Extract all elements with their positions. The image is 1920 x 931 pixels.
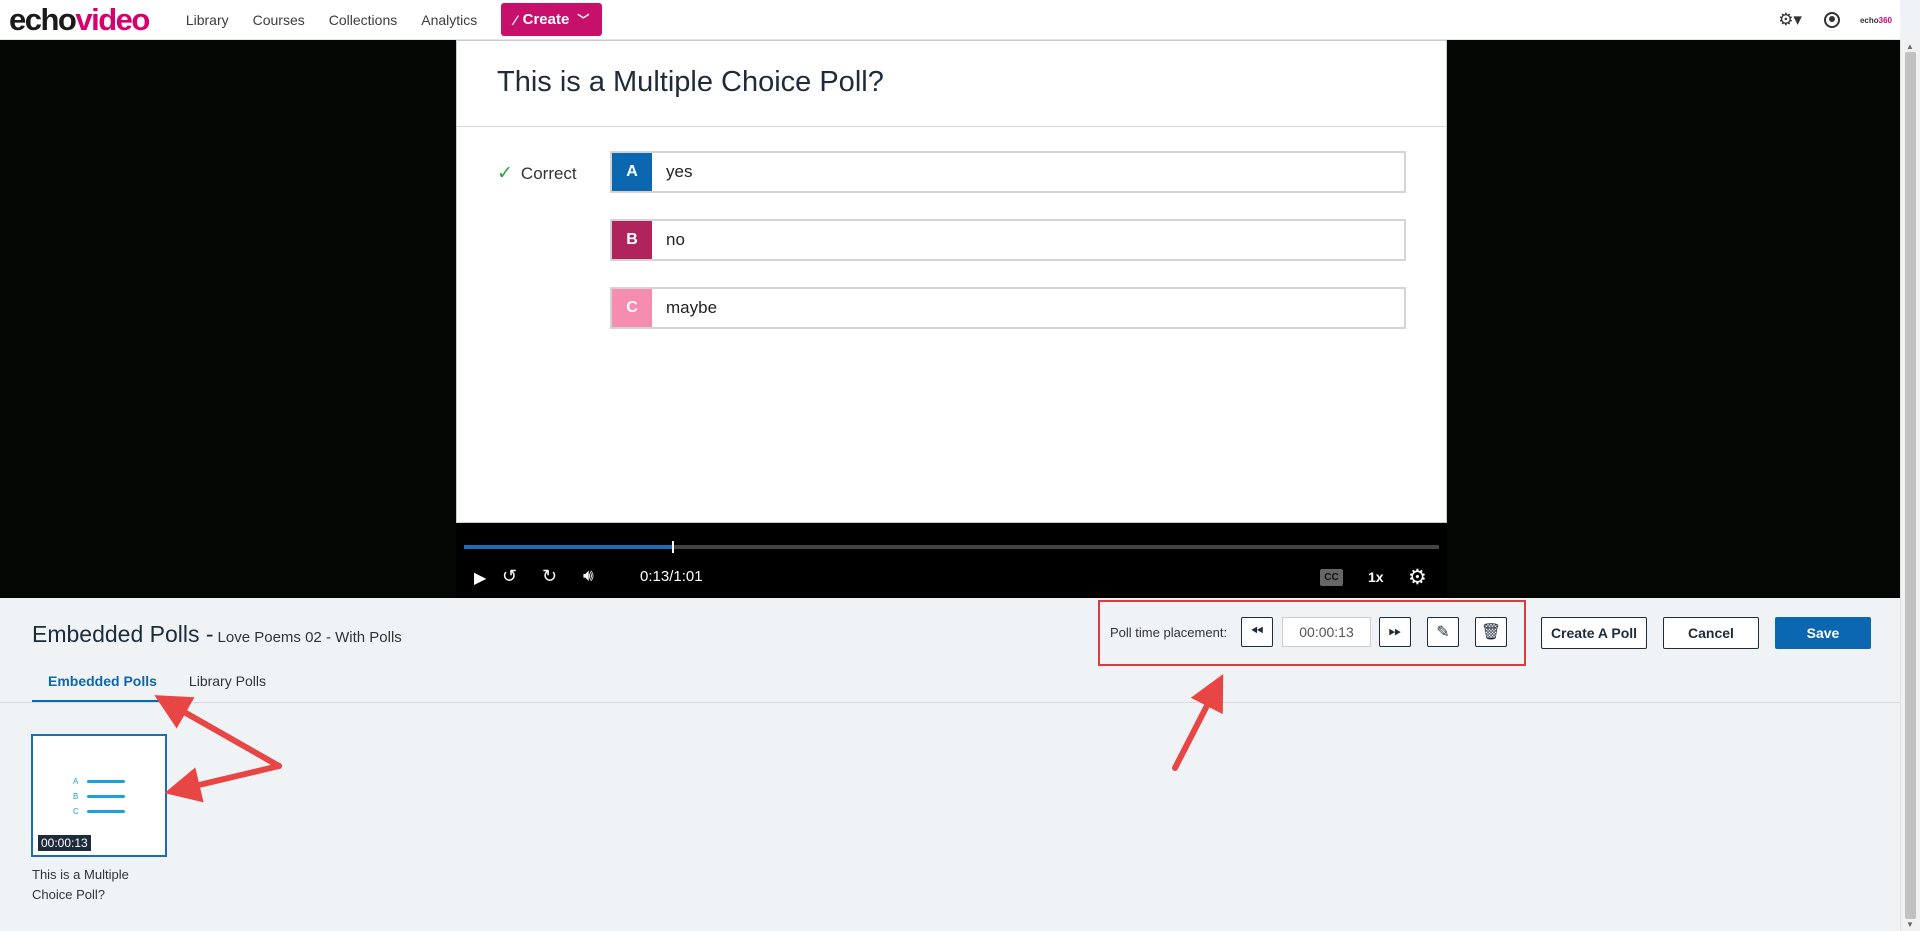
play-icon[interactable]: ▶: [474, 568, 486, 588]
answer-text: yes: [666, 162, 693, 181]
page-scrollbar[interactable]: ▲ ▼: [1900, 40, 1920, 931]
nav-link-collections[interactable]: Collections: [329, 12, 397, 28]
player-settings-gear-icon[interactable]: ⚙: [1408, 565, 1427, 590]
edit-poll-button[interactable]: ✎: [1427, 617, 1459, 647]
poll-card[interactable]: A B C 00:00:13: [31, 734, 167, 857]
magic-wand-icon: ⁄: [514, 11, 517, 28]
nav-links: Library Courses Collections Analytics: [186, 12, 501, 28]
chevron-down-icon: ﹀: [577, 13, 590, 27]
progress-fill: [464, 545, 672, 549]
move-forward-button[interactable]: ⏩︎: [1379, 617, 1411, 647]
user-account-icon[interactable]: [1823, 12, 1840, 28]
poll-card-caption: This is a Multiple Choice Poll?: [32, 867, 129, 902]
poll-list-icon: A B C: [73, 774, 125, 819]
video-player-area: This is a Multiple Choice Poll? ✓ Correc…: [0, 40, 1900, 598]
answer-option-a[interactable]: A yes: [610, 151, 1406, 193]
nav-link-analytics[interactable]: Analytics: [421, 12, 477, 28]
answer-letter: A: [612, 153, 652, 191]
poll-time-input[interactable]: [1282, 617, 1371, 647]
playback-speed-button[interactable]: 1x: [1368, 569, 1384, 585]
poll-question: This is a Multiple Choice Poll?: [457, 41, 1446, 127]
logo-echo: echo: [9, 2, 77, 37]
checkmark-icon: ✓: [497, 163, 513, 184]
nav-link-courses[interactable]: Courses: [253, 12, 305, 28]
trash-icon: 🗑︎: [1480, 624, 1502, 641]
fast-forward-icon[interactable]: ↻: [542, 566, 557, 587]
progress-bar[interactable]: [464, 541, 1439, 553]
answer-text: no: [666, 230, 685, 249]
tab-library-polls[interactable]: Library Polls: [173, 666, 282, 703]
mini-logo-a: echo: [1859, 15, 1879, 25]
arrow-to-tab: [154, 695, 282, 769]
correct-label: Correct: [520, 163, 577, 183]
echo360-logo: echo360: [1860, 16, 1892, 25]
delete-poll-button[interactable]: 🗑︎: [1475, 617, 1507, 647]
double-chevron-right-icon: ⏩︎: [1388, 623, 1402, 640]
card-letter: A: [73, 777, 79, 786]
tabs-divider: [0, 702, 1900, 703]
page-title-text: Embedded Polls -: [32, 621, 214, 647]
correct-indicator: ✓ Correct: [497, 162, 577, 185]
page: echovideo Library Courses Collections An…: [0, 0, 1920, 931]
playback-time: 0:13/1:01: [640, 568, 703, 585]
scroll-down-icon[interactable]: ▼: [1906, 920, 1914, 929]
poll-overlay: This is a Multiple Choice Poll? ✓ Correc…: [456, 40, 1447, 523]
scroll-up-icon[interactable]: ▲: [1906, 42, 1914, 51]
media-title: Love Poems 02 - With Polls: [217, 629, 402, 646]
pencil-icon: ✎: [1436, 624, 1450, 641]
closed-captions-button[interactable]: CC: [1320, 569, 1343, 586]
top-nav: echovideo Library Courses Collections An…: [0, 0, 1900, 40]
create-button[interactable]: ⁄ Create ﹀: [501, 3, 603, 36]
arrow-to-card: [164, 763, 282, 803]
double-chevron-left-icon: ⏪︎: [1250, 623, 1264, 640]
mini-logo-b: 360: [1878, 15, 1892, 25]
poll-marker[interactable]: [671, 541, 674, 553]
tab-embedded-polls[interactable]: Embedded Polls: [32, 666, 173, 703]
page-title: Embedded Polls - Love Poems 02 - With Pol…: [32, 621, 402, 648]
poll-card-timestamp: 00:00:13: [38, 835, 91, 851]
answer-option-b[interactable]: B no: [610, 219, 1406, 261]
create-a-poll-button[interactable]: Create A Poll: [1541, 617, 1647, 649]
cancel-button[interactable]: Cancel: [1663, 617, 1759, 649]
nav-right: ⚙▾ echo360: [1778, 0, 1892, 40]
save-button[interactable]: Save: [1775, 617, 1871, 649]
answer-text: maybe: [666, 298, 718, 317]
nav-link-library[interactable]: Library: [186, 12, 229, 28]
poll-time-placement-label: Poll time placement:: [1110, 625, 1228, 640]
create-button-label: Create: [522, 11, 570, 28]
answer-letter: C: [612, 289, 652, 327]
card-letter: B: [73, 792, 79, 801]
logo-video: video: [75, 2, 150, 37]
answer-letter: B: [612, 221, 652, 259]
card-letter: C: [73, 807, 79, 816]
settings-gear-icon[interactable]: ⚙▾: [1778, 10, 1802, 30]
move-back-button[interactable]: ⏪︎: [1241, 617, 1273, 647]
player-controls: ▶ ↺ ↻ 🔊︎ 0:13/1:01 CC 1x ⚙: [456, 523, 1447, 598]
poll-tabs: Embedded Polls Library Polls: [32, 666, 282, 703]
answer-option-c[interactable]: C maybe: [610, 287, 1406, 329]
scrollbar-thumb[interactable]: [1905, 52, 1916, 919]
echovideo-logo[interactable]: echovideo: [9, 2, 150, 37]
volume-icon[interactable]: 🔊︎: [583, 566, 594, 586]
rewind-icon[interactable]: ↺: [502, 566, 517, 587]
